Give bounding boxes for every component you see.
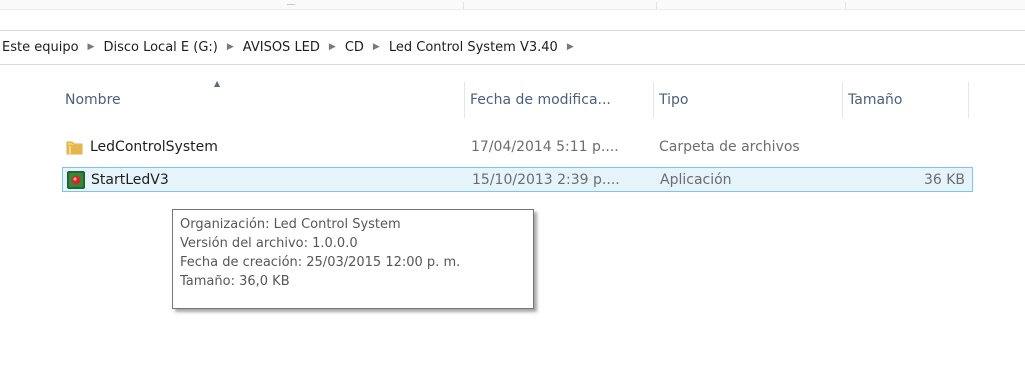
- file-name-cell: LedControlSystem: [62, 138, 465, 156]
- file-name: StartLedV3: [91, 171, 169, 188]
- column-header-size[interactable]: Tamaño: [843, 82, 969, 118]
- tooltip-size: Tamaño: 36,0 KB: [180, 274, 290, 289]
- application-icon: [67, 170, 85, 189]
- column-header-date[interactable]: Fecha de modifica...: [465, 82, 654, 118]
- chevron-right-icon[interactable]: ▶: [373, 42, 380, 52]
- file-row-startledv3[interactable]: StartLedV3 15/10/2013 2:39 p.... Aplicac…: [62, 167, 973, 192]
- breadcrumb-item-disco-local[interactable]: Disco Local E (G:): [103, 40, 217, 55]
- column-headers: Nombre ▲ Fecha de modifica... Tipo Tamañ…: [38, 79, 976, 118]
- chevron-right-icon[interactable]: ▶: [88, 42, 95, 52]
- column-header-size-label: Tamaño: [848, 92, 903, 108]
- column-header-name[interactable]: Nombre ▲: [38, 79, 465, 118]
- breadcrumb-item-led-control-system[interactable]: Led Control System V3.40: [389, 40, 558, 55]
- breadcrumb-item-este-equipo[interactable]: Este equipo: [2, 40, 79, 55]
- divider: [463, 2, 464, 9]
- file-name: LedControlSystem: [90, 138, 218, 155]
- chevron-right-icon[interactable]: ▶: [329, 42, 336, 52]
- breadcrumb: Este equipo ▶ Disco Local E (G:) ▶ AVISO…: [0, 30, 1025, 65]
- breadcrumb-item-cd[interactable]: CD: [345, 40, 364, 55]
- tooltip-creation-date: Fecha de creación: 25/03/2015 12:00 p. m…: [180, 255, 461, 270]
- breadcrumb-item-avisos-led[interactable]: AVISOS LED: [243, 40, 320, 55]
- file-name-cell: StartLedV3: [63, 170, 466, 189]
- chevron-right-icon[interactable]: ▶: [227, 42, 234, 52]
- toolbar-strip: [0, 0, 1025, 10]
- column-header-type[interactable]: Tipo: [654, 82, 843, 118]
- chevron-right-icon[interactable]: ▶: [567, 42, 574, 52]
- folder-icon: [66, 138, 84, 156]
- column-header-name-label: Nombre: [65, 92, 121, 108]
- file-type: Aplicación: [660, 171, 732, 188]
- file-row-ledcontrolsystem[interactable]: LedControlSystem 17/04/2014 5:11 p.... C…: [62, 134, 973, 159]
- divider: [845, 2, 846, 9]
- tooltip-organization: Organización: Led Control System: [180, 217, 401, 232]
- column-header-type-label: Tipo: [659, 92, 689, 108]
- file-date: 15/10/2013 2:39 p....: [472, 171, 620, 188]
- tooltip-file-version: Versión del archivo: 1.0.0.0: [180, 236, 358, 251]
- file-type: Carpeta de archivos: [659, 138, 800, 155]
- column-header-date-label: Fecha de modifica...: [470, 92, 611, 108]
- divider: [287, 4, 295, 5]
- sort-ascending-icon: ▲: [214, 79, 221, 88]
- file-info-tooltip: Organización: Led Control System Versión…: [172, 209, 534, 309]
- file-date: 17/04/2014 5:11 p....: [471, 138, 619, 155]
- divider: [656, 2, 657, 9]
- file-size: 36 KB: [923, 171, 965, 188]
